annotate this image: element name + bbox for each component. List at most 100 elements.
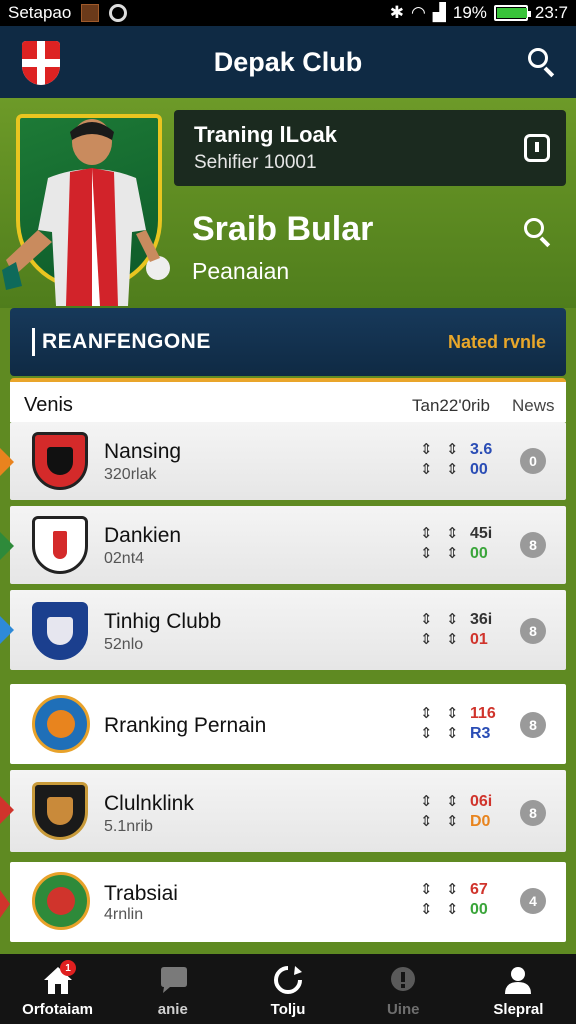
club-logo-icon[interactable] [22,41,60,85]
club-crest-icon [32,602,88,660]
signal-icon: ▟ [432,3,446,22]
stat-value: 00 [470,545,488,562]
training-card-title: Traning lLoak [194,122,338,147]
nav-home[interactable]: 1 Orfotaiam [0,954,115,1024]
trend-icon: ⇕ ⇕ [420,525,433,562]
training-card-subtitle: Sehifier 10001 [194,152,317,173]
stat-value: 01 [470,631,488,648]
row-marker [0,890,10,918]
table-row[interactable]: Dankien 02nt4 ⇕ ⇕ ⇕ ⇕ 45i 00 8 [10,506,566,584]
player-photo [2,119,170,306]
column-header-stats[interactable]: Tan22'0rib [412,396,490,416]
trend-icon: ⇕ ⇕ [420,793,433,830]
nav-profile[interactable]: Slepral [461,954,576,1024]
table-row[interactable]: Rranking Pernain ⇕ ⇕ ⇕ ⇕ 116 R3 8 [10,684,566,764]
table-header: Venis Tan22'0rib News [10,378,566,422]
trend-icon: ⇕ ⇕ [446,525,459,562]
table-row[interactable]: Trabsiai 4rnlin ⇕ ⇕ ⇕ ⇕ 67 00 4 [10,862,566,942]
club-sub: 5.1nrib [104,818,153,835]
stat-value: 00 [470,461,488,478]
app-notification-icon [81,4,100,22]
club-sub: 4rnlin [104,906,144,923]
chat-icon [160,967,187,993]
news-count-badge[interactable]: 8 [520,532,546,558]
club-crest-icon [32,782,88,840]
app-title: Depak Club [213,46,363,77]
club-sub: 02nt4 [104,550,145,567]
news-count-badge[interactable]: 8 [520,712,546,738]
nav-label: Orfotaiam [22,1001,94,1018]
stat-value: 06i [470,793,493,810]
stat-value: R3 [470,725,491,742]
row-marker [0,532,14,560]
trend-icon: ⇕ ⇕ [446,611,459,648]
nav-info[interactable]: Uine [346,954,461,1024]
club-name: Dankien [104,524,182,547]
club-crest-icon [32,432,88,490]
nav-label: Uine [386,1001,420,1018]
table-row[interactable]: Tinhig Clubb 52nlo ⇕ ⇕ ⇕ ⇕ 36i 01 8 [10,590,566,670]
club-crest-icon [32,516,88,574]
trend-icon: ⇕ ⇕ [420,881,433,918]
section-link[interactable]: Nated rvnle [448,332,546,353]
profile-icon [505,967,532,994]
news-count-badge[interactable]: 4 [520,888,546,914]
nav-label: Tolju [270,1001,306,1018]
trend-icon: ⇕ ⇕ [420,611,433,648]
club-name: Trabsiai [104,882,178,905]
stat-value: 36i [470,611,493,628]
stat-value: 67 [470,881,488,898]
wifi-icon: ◠ [410,3,426,22]
trend-icon: ⇕ ⇕ [446,881,459,918]
search-icon[interactable] [526,46,558,78]
info-button[interactable] [524,134,550,162]
stat-value: 45i [470,525,493,542]
stat-value: 3.6 [470,441,493,458]
trend-icon: ⇕ ⇕ [446,441,459,478]
bottom-nav: 1 Orfotaiam anie Tolju Uine Slepral [0,954,576,1024]
club-crest-icon [32,695,90,753]
club-name: Nansing [104,440,182,463]
club-sub: 52nlo [104,636,144,653]
club-name: Tinhig Clubb [104,610,222,633]
refresh-icon [274,966,302,994]
status-bar: Setapao ✱ ◠ ▟ 19% 23:7 [0,0,576,26]
trend-icon: ⇕ ⇕ [446,705,459,742]
stat-value: 00 [470,901,488,918]
carrier-label: Setapao [8,3,72,22]
player-name: Sraib Bular [192,210,374,248]
clock: 23:7 [534,3,568,22]
nav-label: Slepral [493,1001,544,1018]
app-bar: Depak Club [0,26,576,98]
club-crest-icon [32,872,90,930]
table-row[interactable]: Clulnklink 5.1nrib ⇕ ⇕ ⇕ ⇕ 06i D0 8 [10,770,566,852]
news-count-badge[interactable]: 8 [520,618,546,644]
row-marker [0,796,14,824]
trend-icon: ⇕ ⇕ [446,793,459,830]
section-accent [32,328,35,356]
sync-icon [109,4,128,22]
hero-banner: Traning lLoak Sehifier 10001 Sraib Bular… [0,98,576,308]
info-icon [391,967,416,991]
club-name: Rranking Pernain [104,714,267,737]
column-header-news[interactable]: News [512,396,555,416]
section-label: REANFENGONE [42,330,211,353]
club-name: Clulnklink [104,792,194,815]
player-search-icon[interactable] [522,216,554,248]
trend-icon: ⇕ ⇕ [420,441,433,478]
column-header-name[interactable]: Venis [24,394,73,417]
nav-refresh[interactable]: Tolju [230,954,345,1024]
row-marker [0,448,14,476]
bluetooth-icon: ✱ [389,3,404,22]
player-subtitle: Peanaian [192,258,290,284]
stat-value: 116 [470,705,496,722]
news-count-badge[interactable]: 8 [520,800,546,826]
news-count-badge[interactable]: 0 [520,448,546,474]
nav-chat[interactable]: anie [115,954,230,1024]
training-card[interactable]: Traning lLoak Sehifier 10001 [174,110,566,186]
stat-value: D0 [470,813,491,830]
notification-badge: 1 [60,960,76,976]
table-row[interactable]: Nansing 320rlak ⇕ ⇕ ⇕ ⇕ 3.6 00 0 [10,422,566,500]
club-sub: 320rlak [104,466,157,483]
battery-icon [493,5,531,21]
